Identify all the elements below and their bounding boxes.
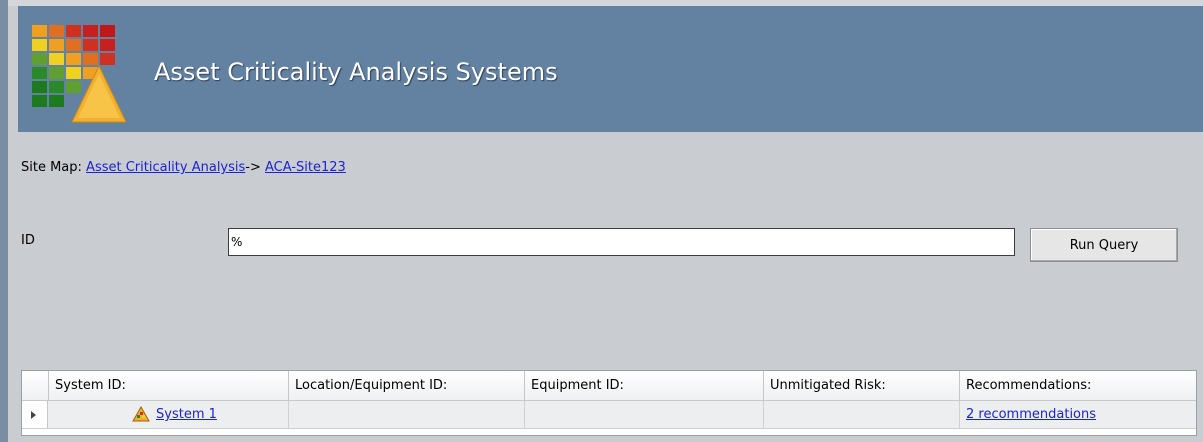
page-title: Asset Criticality Analysis Systems [154,58,558,86]
systems-table: System ID: Location/Equipment ID: Equipm… [21,370,1197,436]
recommendations-link[interactable]: 2 recommendations [966,407,1096,422]
risk-triangle-icon [132,406,150,422]
breadcrumb-separator: -> [245,160,261,175]
id-input[interactable] [228,228,1015,256]
column-header-unmitigated-risk[interactable]: Unmitigated Risk: [763,371,959,400]
column-header-equipment-id[interactable]: Equipment ID: [524,371,763,400]
cell-system-id: System 1 [48,401,288,428]
run-query-button[interactable]: Run Query [1030,228,1178,262]
cell-location-equipment-id [288,401,524,428]
cell-unmitigated-risk [763,401,959,428]
breadcrumb-link-aca-site[interactable]: ACA-Site123 [265,160,346,175]
id-label: ID [21,233,35,248]
system-id-link[interactable]: System 1 [156,401,217,428]
cell-recommendations: 2 recommendations [959,401,1196,428]
row-expand-arrow-icon[interactable] [31,411,36,419]
row-selector[interactable] [22,401,48,428]
table-row[interactable]: System 1 2 recommendations [22,401,1196,429]
window-left-edge [0,0,8,442]
cell-equipment-id [524,401,763,428]
risk-matrix-logo-icon [32,25,126,123]
column-header-system-id[interactable]: System ID: [48,371,288,400]
breadcrumb: Site Map: Asset Criticality Analysis-> A… [21,160,346,175]
breadcrumb-label: Site Map: [21,160,82,175]
breadcrumb-link-asset-criticality-analysis[interactable]: Asset Criticality Analysis [86,160,245,175]
column-header-location-equipment-id[interactable]: Location/Equipment ID: [288,371,524,400]
column-header-recommendations[interactable]: Recommendations: [959,371,1196,400]
page-header: Asset Criticality Analysis Systems [18,6,1203,132]
table-header: System ID: Location/Equipment ID: Equipm… [22,371,1196,401]
